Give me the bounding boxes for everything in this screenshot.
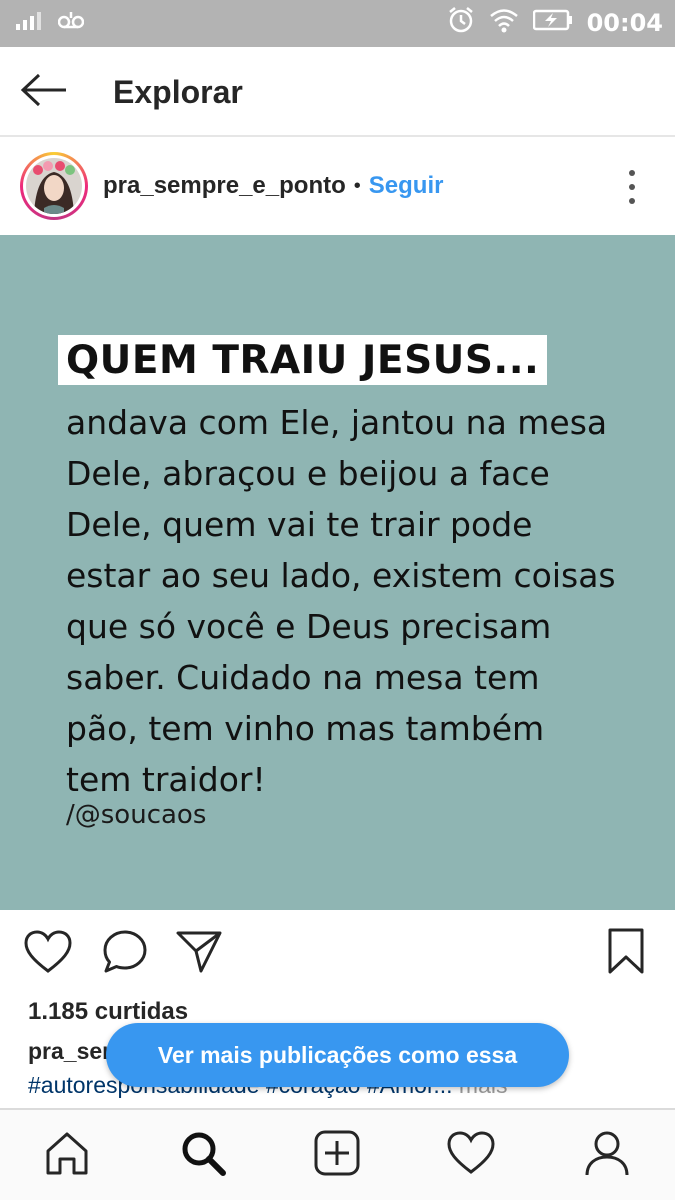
- see-more-posts-button[interactable]: Ver mais publicações como essa: [106, 1023, 569, 1087]
- status-bar: 00:04: [0, 0, 675, 47]
- status-time: 00:04: [586, 8, 663, 37]
- nav-home[interactable]: [42, 1130, 92, 1180]
- quote-body: andava com Ele, jantou na mesa Dele, abr…: [66, 397, 656, 805]
- share-button[interactable]: [174, 930, 224, 978]
- nav-search[interactable]: [178, 1130, 228, 1180]
- activity-heart-icon: [447, 1130, 495, 1180]
- follow-button[interactable]: Seguir: [369, 172, 444, 200]
- add-post-icon: [313, 1129, 361, 1182]
- avatar-image: [26, 158, 82, 214]
- comment-icon: [101, 929, 149, 980]
- quote-credit: /@soucaos: [66, 800, 207, 830]
- wifi-icon: [489, 7, 519, 38]
- avatar[interactable]: [20, 152, 88, 220]
- nav-add-post[interactable]: [312, 1130, 362, 1180]
- separator-dot: •: [353, 174, 361, 197]
- more-options-icon[interactable]: [619, 167, 645, 207]
- post-image[interactable]: QUEM TRAIU JESUS... andava com Ele, jant…: [0, 235, 675, 910]
- quote-line: tem traidor!: [66, 760, 266, 799]
- heart-icon: [24, 929, 72, 979]
- quote-line: Dele, quem vai te trair pode: [66, 505, 533, 544]
- quote-title-box: QUEM TRAIU JESUS...: [58, 335, 548, 385]
- send-icon: [175, 929, 223, 980]
- caption-username[interactable]: pra_ser: [28, 1038, 111, 1065]
- page-title: Explorar: [113, 74, 243, 110]
- nav-profile[interactable]: [582, 1130, 632, 1180]
- nav-activity[interactable]: [446, 1130, 496, 1180]
- quote-line: que só você e Deus precisam: [66, 607, 552, 646]
- post-header: pra_sempre_e_ponto • Seguir: [0, 137, 675, 235]
- post-actions: [0, 910, 675, 998]
- likes-count[interactable]: 1.185 curtidas: [28, 998, 188, 1026]
- app-header: Explorar: [0, 47, 675, 137]
- quote-line: saber. Cuidado na mesa tem: [66, 658, 540, 697]
- home-icon: [43, 1129, 91, 1182]
- quote-line: estar ao seu lado, existem coisas: [66, 556, 616, 595]
- save-button[interactable]: [604, 928, 648, 978]
- bookmark-icon: [607, 927, 645, 980]
- like-button[interactable]: [22, 929, 74, 979]
- back-button[interactable]: [18, 69, 70, 115]
- voicemail-icon: [57, 10, 85, 35]
- bottom-nav: [0, 1108, 675, 1200]
- signal-icon: [16, 10, 46, 35]
- post-username[interactable]: pra_sempre_e_ponto: [103, 172, 346, 200]
- quote-title: QUEM TRAIU JESUS...: [66, 338, 540, 383]
- arrow-left-icon: [20, 73, 68, 112]
- quote-line: pão, tem vinho mas também: [66, 709, 545, 748]
- search-icon: [179, 1129, 227, 1182]
- battery-charging-icon: [532, 8, 573, 37]
- alarm-icon: [447, 6, 475, 39]
- profile-icon: [583, 1129, 631, 1182]
- quote-line: andava com Ele, jantou na mesa: [66, 403, 608, 442]
- quote-line: Dele, abraçou e beijou a face: [66, 454, 550, 493]
- comment-button[interactable]: [100, 930, 150, 978]
